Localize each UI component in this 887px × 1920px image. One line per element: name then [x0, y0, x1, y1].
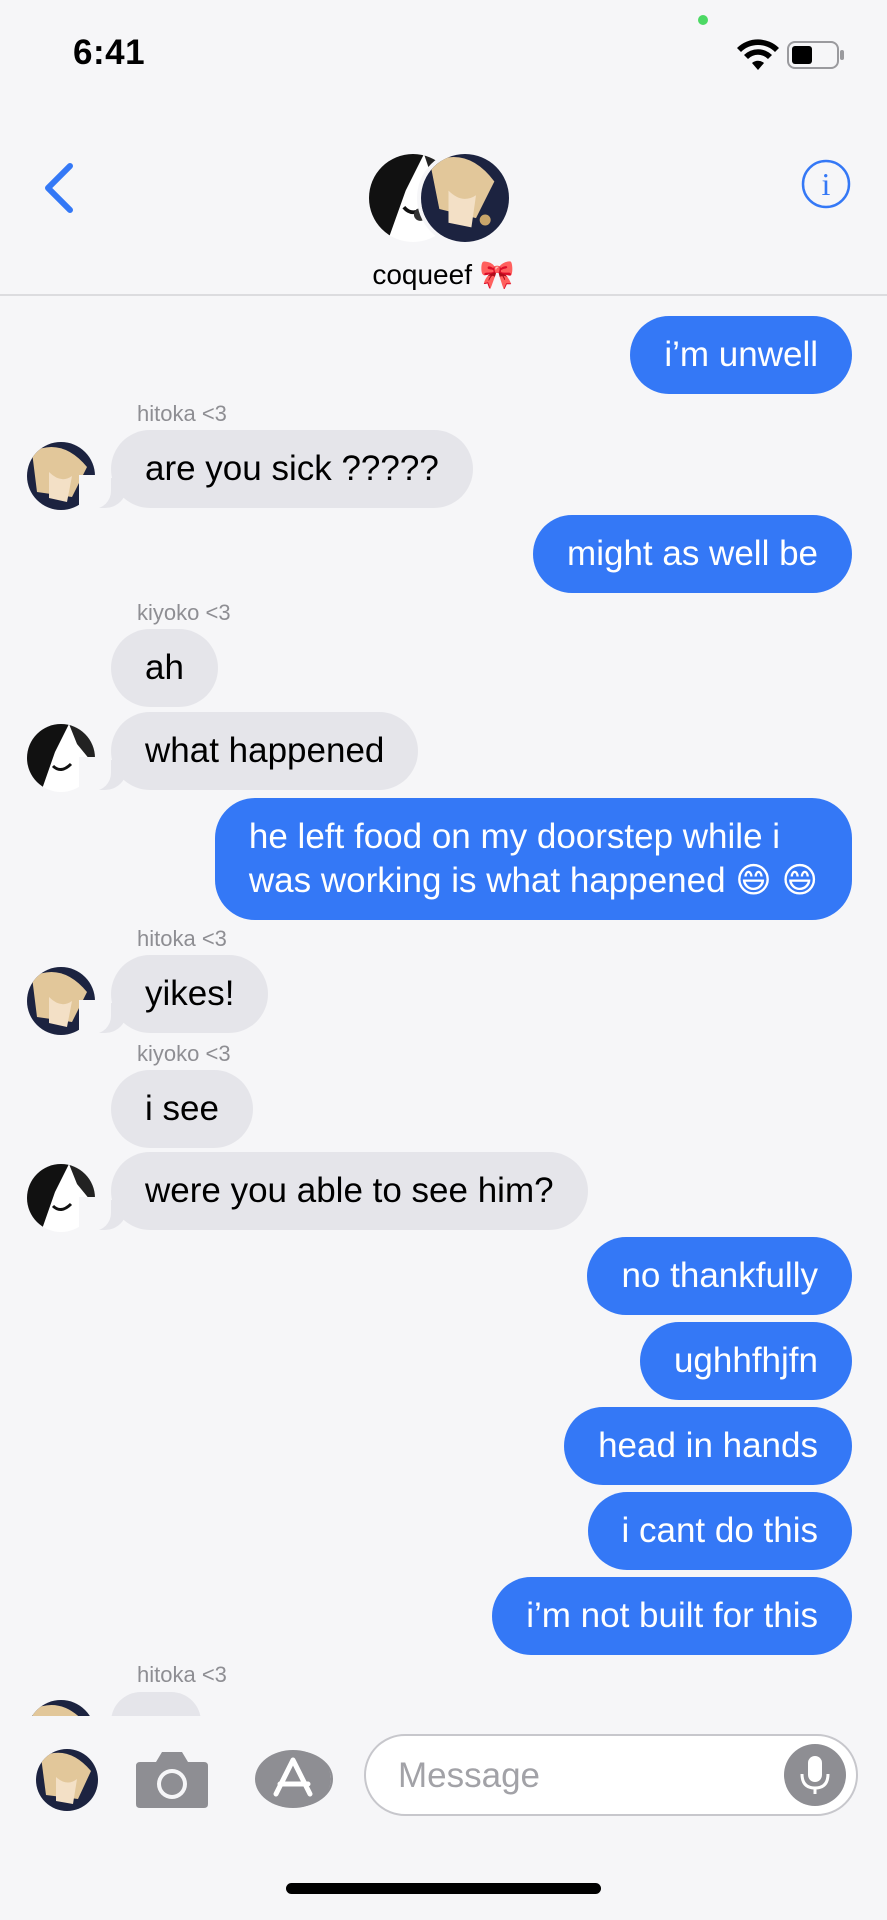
- message-field[interactable]: [364, 1734, 858, 1816]
- back-chevron-icon[interactable]: [40, 160, 80, 216]
- incoming-message[interactable]: what happened: [78, 712, 419, 791]
- sender-name: hitoka <3: [137, 1662, 227, 1687]
- group-avatar[interactable]: [365, 150, 515, 250]
- group-name[interactable]: coqueef 🎀: [0, 258, 887, 291]
- camera-in-use-indicator: [698, 15, 708, 25]
- outgoing-message[interactable]: ughhfhjfn: [639, 1322, 852, 1400]
- microphone-icon: [800, 1756, 830, 1794]
- incoming-message[interactable]: yikes!: [78, 955, 269, 1034]
- status-bar: 6:41: [0, 0, 887, 110]
- battery-icon: [787, 41, 844, 69]
- app-store-icon[interactable]: [252, 1748, 334, 1810]
- incoming-message[interactable]: i see: [111, 1070, 253, 1148]
- avatar[interactable]: [27, 1700, 95, 1716]
- sender-name: kiyoko <3: [137, 600, 231, 625]
- outgoing-message[interactable]: i’m not built for this: [492, 1577, 852, 1655]
- outgoing-message[interactable]: might as well be: [533, 515, 852, 593]
- outgoing-message[interactable]: head in hands: [564, 1407, 852, 1485]
- sender-name: hitoka <3: [137, 401, 227, 426]
- avatar: [417, 150, 513, 246]
- sender-name: kiyoko <3: [137, 1041, 231, 1066]
- message-line: was working is what happened 😄 😄: [248, 861, 818, 900]
- microphone-button[interactable]: [784, 1744, 846, 1806]
- outgoing-message[interactable]: i cant do this: [587, 1492, 852, 1570]
- conversation-header: coqueef 🎀 i: [0, 110, 887, 296]
- status-time: 6:41: [73, 33, 146, 72]
- message-line: he left food on my doorstep while i: [248, 817, 781, 856]
- camera-icon[interactable]: [132, 1746, 212, 1812]
- wifi-icon: [737, 39, 779, 70]
- message-thread[interactable]: i’m unwell hitoka <3 are you sick ????? …: [0, 296, 887, 1716]
- incoming-message[interactable]: were you able to see him?: [79, 1152, 588, 1231]
- incoming-message[interactable]: ah: [111, 629, 218, 707]
- info-icon[interactable]: i: [800, 158, 852, 210]
- memoji-avatar-button[interactable]: [36, 1749, 98, 1811]
- outgoing-message[interactable]: he left food on my doorstep while i was …: [214, 798, 852, 920]
- incoming-message[interactable]: are you sick ?????: [79, 430, 473, 509]
- home-indicator[interactable]: [286, 1883, 601, 1894]
- outgoing-message[interactable]: i’m unwell: [630, 316, 852, 394]
- message-input[interactable]: [396, 1750, 780, 1802]
- sender-name: hitoka <3: [137, 926, 227, 951]
- svg-text:i: i: [822, 166, 831, 202]
- outgoing-message[interactable]: no thankfully: [587, 1237, 852, 1315]
- incoming-message[interactable]: [111, 1692, 201, 1716]
